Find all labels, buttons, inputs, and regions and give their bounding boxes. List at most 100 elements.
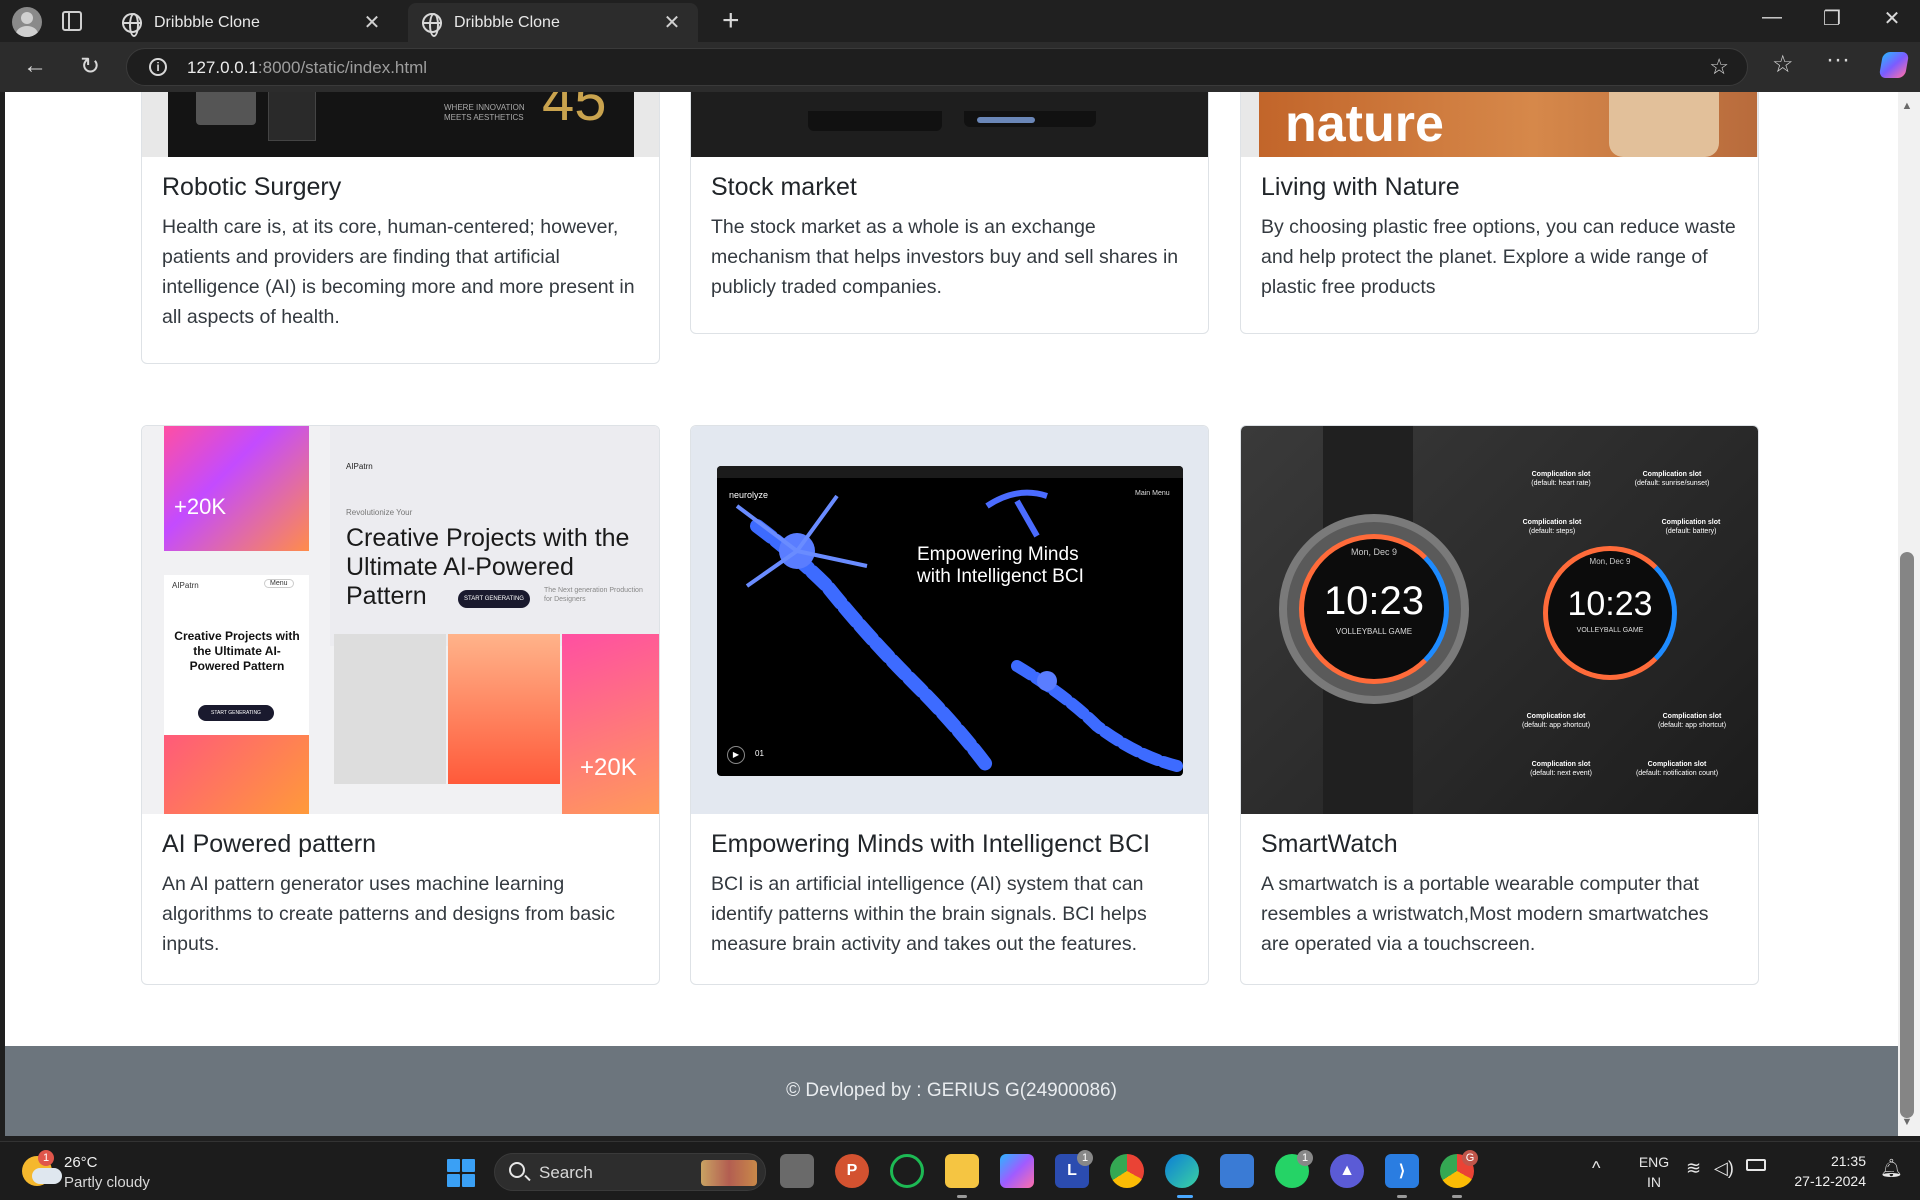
vscode-icon[interactable]: ⟩ [1385,1154,1419,1188]
tab-title: Dribbble Clone [454,13,560,31]
globe-icon [122,12,142,37]
card-bci[interactable]: neurolyze Main Menu Empowering Minds wit… [690,425,1209,985]
headline-text: Empowering Minds with Intelligenct BCI [917,544,1084,587]
task-view-icon[interactable] [780,1154,814,1188]
card-text: The stock market as a whole is an exchan… [711,216,1179,298]
favorites-icon[interactable]: ☆ [1772,50,1794,79]
address-bar[interactable]: i 127.0.0.1:8000/static/index.html ☆ [126,48,1748,86]
robotic-surgery-image: WHERE INNOVATION MEETS AESTHETICS 45 [168,92,634,157]
watch-time: 10:23 [1567,585,1653,623]
url-path: :8000/static/index.html [257,58,428,77]
file-explorer-icon[interactable] [945,1154,979,1188]
search-highlight-icon [701,1160,757,1186]
sub-text: The Next generation Production for Desig… [544,587,643,603]
slot-label: Complication slot (default: app shortcut) [1521,713,1591,729]
mini-cta: START GENERATING [198,705,274,721]
card-stock-market[interactable]: Stock market The stock market as a whole… [690,92,1209,334]
notification-bell-icon[interactable]: 🔔︎ [1880,1158,1903,1179]
wifi-icon[interactable]: ≋ [1686,1158,1701,1179]
card-robotic-surgery[interactable]: WHERE INNOVATION MEETS AESTHETICS 45 Rob… [141,92,660,364]
tab-2-active[interactable]: Dribbble Clone ✕ [408,3,698,42]
watch-event: VOLLEYBALL GAME [1576,627,1644,634]
watch-time: 10:23 [1323,579,1425,623]
card-ai-powered-pattern[interactable]: +20K AIPatrn Menu Creative Projects with… [141,425,660,985]
card-smartwatch[interactable]: Mon, Dec 9 10:23 VOLLEYBALL GAME Mon, De… [1240,425,1759,985]
weather-desc: Partly cloudy [64,1174,150,1191]
page-viewport: WHERE INNOVATION MEETS AESTHETICS 45 Rob… [5,92,1898,1136]
tab-1[interactable]: Dribbble Clone ✕ [108,3,398,42]
smartwatch-image: Mon, Dec 9 10:23 VOLLEYBALL GAME Mon, De… [1241,426,1758,814]
counter-text: 01 [755,749,764,758]
taskbar: 1 26°C Partly cloudy Search P L 1 1 ▲ ⟩ … [0,1141,1920,1200]
card-text: By choosing plastic free options, you ca… [1261,216,1736,298]
stat-text: +20K [174,494,226,519]
card-title: Living with Nature [1261,173,1460,201]
card-image: nature [1241,92,1758,157]
clock-date: 27-12-2024 [1794,1173,1866,1189]
image-word: nature [1285,95,1444,153]
system-clock[interactable]: 21:35 27-12-2024 [1786,1151,1866,1191]
copilot-app-icon[interactable] [1000,1154,1034,1188]
card-title: Stock market [711,173,857,201]
battery-icon[interactable] [1746,1159,1766,1171]
minimize-button[interactable]: — [1757,6,1787,29]
close-window-button[interactable]: ✕ [1877,6,1907,31]
slot-label: Complication slot (default: next event) [1530,761,1592,777]
vscode-indicator [1397,1195,1407,1198]
image-caption: WHERE INNOVATION MEETS AESTHETICS [444,103,525,122]
card-living-with-nature[interactable]: nature Living with Nature By choosing pl… [1240,92,1759,334]
tab-title: Dribbble Clone [154,13,260,31]
brand-text: AIPatrn [346,462,373,471]
card-title: Robotic Surgery [162,173,342,201]
powerpoint-icon[interactable]: P [835,1154,869,1188]
taskbar-search[interactable]: Search [494,1153,766,1191]
url-text[interactable]: 127.0.0.1:8000/static/index.html [187,58,427,78]
volume-icon[interactable]: ◁) [1714,1158,1734,1179]
slot-label: Complication slot (default: battery) [1661,519,1721,535]
back-button[interactable]: ← [20,52,50,80]
mini-brand: AIPatrn [172,581,199,590]
card-text: An AI pattern generator uses machine lea… [162,873,616,955]
chrome-badge: G [1462,1150,1478,1166]
favorite-star-icon[interactable]: ☆ [1709,54,1729,80]
close-tab-icon[interactable]: ✕ [660,10,684,35]
refresh-button[interactable]: ↻ [75,52,105,81]
chrome-icon[interactable] [1110,1154,1144,1188]
mini-menu: Menu [264,579,294,588]
edge-indicator [1177,1195,1193,1198]
search-label: Search [539,1163,593,1182]
neuron-graphic [735,489,1183,773]
tab-actions-icon[interactable] [62,11,82,31]
lync-badge: 1 [1077,1150,1093,1166]
more-menu-icon[interactable]: ··· [1826,46,1850,74]
watch-event: VOLLEYBALL GAME [1335,627,1413,636]
tab-strip: Dribbble Clone ✕ Dribbble Clone ✕ + — ❐ … [0,0,1920,42]
card-text: BCI is an artificial intelligence (AI) s… [711,873,1147,955]
scrollbar-thumb[interactable] [1900,552,1914,1118]
ai-pattern-image: +20K AIPatrn Menu Creative Projects with… [142,426,659,814]
chrome-indicator [1452,1195,1462,1198]
windows-start-icon[interactable] [447,1159,475,1187]
new-tab-button[interactable]: + [722,4,740,38]
bci-image: neurolyze Main Menu Empowering Minds wit… [691,426,1208,814]
weather-badge: 1 [38,1150,54,1166]
page-footer: © Devloped by : GERIUS G(24900086) [5,1046,1898,1136]
restore-button[interactable]: ❐ [1817,6,1847,31]
scroll-up-icon[interactable]: ▲ [1900,100,1914,112]
scroll-down-icon[interactable]: ▼ [1900,1116,1914,1128]
nature-image: nature [1259,92,1757,157]
card-text: A smartwatch is a portable wearable comp… [1261,873,1709,955]
close-tab-icon[interactable]: ✕ [360,10,384,35]
language-indicator[interactable]: ENG IN [1636,1152,1672,1192]
tray-overflow-icon[interactable]: ^ [1592,1158,1600,1179]
lang-code: ENG [1638,1154,1670,1170]
sync-app-icon[interactable] [890,1154,924,1188]
slot-label: Complication slot (default: notification … [1635,761,1719,777]
info-icon[interactable]: i [149,58,167,76]
copilot-icon[interactable] [1878,52,1910,78]
app-icon[interactable]: ▲ [1330,1154,1364,1188]
store-icon[interactable] [1220,1154,1254,1188]
edge-icon[interactable] [1165,1154,1199,1188]
weather-widget[interactable]: 1 26°C Partly cloudy [18,1150,188,1194]
profile-avatar[interactable] [12,7,42,37]
